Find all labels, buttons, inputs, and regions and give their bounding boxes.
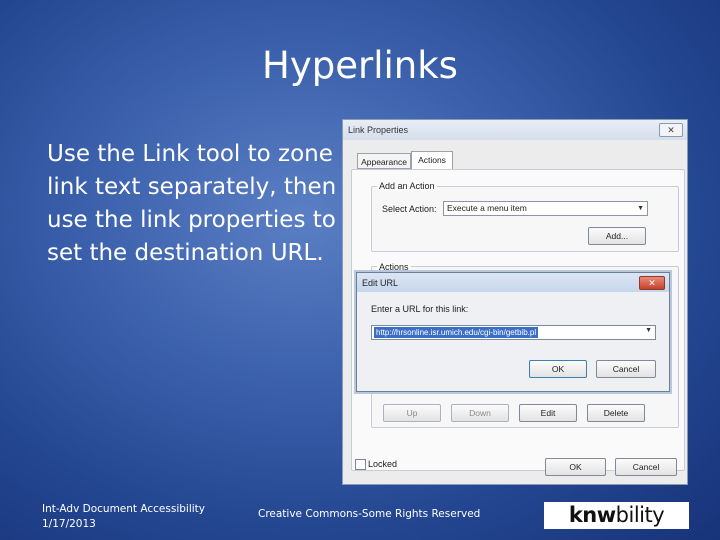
logo-text-part1: kn (568, 503, 597, 527)
edit-url-title: Edit URL (362, 278, 399, 288)
slide-title: Hyperlinks (262, 44, 458, 87)
close-button[interactable]: ✕ (659, 123, 683, 137)
cancel-button[interactable]: Cancel (615, 458, 677, 476)
url-cancel-button[interactable]: Cancel (596, 360, 656, 378)
edit-url-close-button[interactable]: ✕ (639, 276, 665, 290)
link-properties-titlebar: Link Properties ✕ (343, 120, 687, 140)
footer-course-title: Int-Adv Document Accessibility (42, 503, 205, 515)
tab-appearance[interactable]: Appearance (357, 153, 411, 169)
chevron-down-icon: ▼ (637, 205, 644, 212)
url-prompt-label: Enter a URL for this link: (371, 304, 469, 314)
url-input[interactable]: http://hrsonline.isr.umich.edu/cgi-bin/g… (371, 325, 656, 340)
link-properties-title: Link Properties (348, 125, 409, 135)
edit-button[interactable]: Edit (519, 404, 577, 422)
tab-actions[interactable]: Actions (411, 151, 453, 169)
footer-left: Int-Adv Document Accessibility 1/17/2013 (42, 502, 205, 532)
slide-body-text: Use the Link tool to zone link text sepa… (47, 141, 337, 266)
edit-url-titlebar: Edit URL ✕ (357, 273, 669, 292)
locked-label: Locked (368, 459, 398, 469)
locked-checkbox[interactable] (355, 459, 366, 470)
chevron-down-icon: ▼ (645, 327, 652, 334)
footer-date: 1/17/2013 (42, 518, 96, 530)
up-button[interactable]: Up (383, 404, 441, 422)
select-action-label: Select Action: (382, 204, 437, 214)
footer-license: Creative Commons-Some Rights Reserved (258, 508, 481, 520)
close-icon: ✕ (667, 125, 675, 135)
logo-text-part2: w (596, 503, 616, 527)
close-icon: ✕ (648, 278, 656, 288)
edit-url-dialog: Edit URL ✕ Enter a URL for this link: ht… (356, 272, 670, 392)
url-ok-button[interactable]: OK (529, 360, 587, 378)
logo-text-part3: bility (615, 503, 665, 527)
down-button[interactable]: Down (451, 404, 509, 422)
url-input-value: http://hrsonline.isr.umich.edu/cgi-bin/g… (374, 327, 539, 338)
add-button[interactable]: Add... (588, 227, 646, 245)
knowbility-logo: knwbility (544, 502, 689, 529)
delete-button[interactable]: Delete (587, 404, 645, 422)
select-action-value: Execute a menu item (447, 203, 527, 213)
actions-label: Actions (377, 262, 411, 272)
add-action-label: Add an Action (377, 181, 437, 191)
ok-button[interactable]: OK (545, 458, 606, 476)
select-action-dropdown[interactable]: Execute a menu item ▼ (443, 201, 648, 216)
